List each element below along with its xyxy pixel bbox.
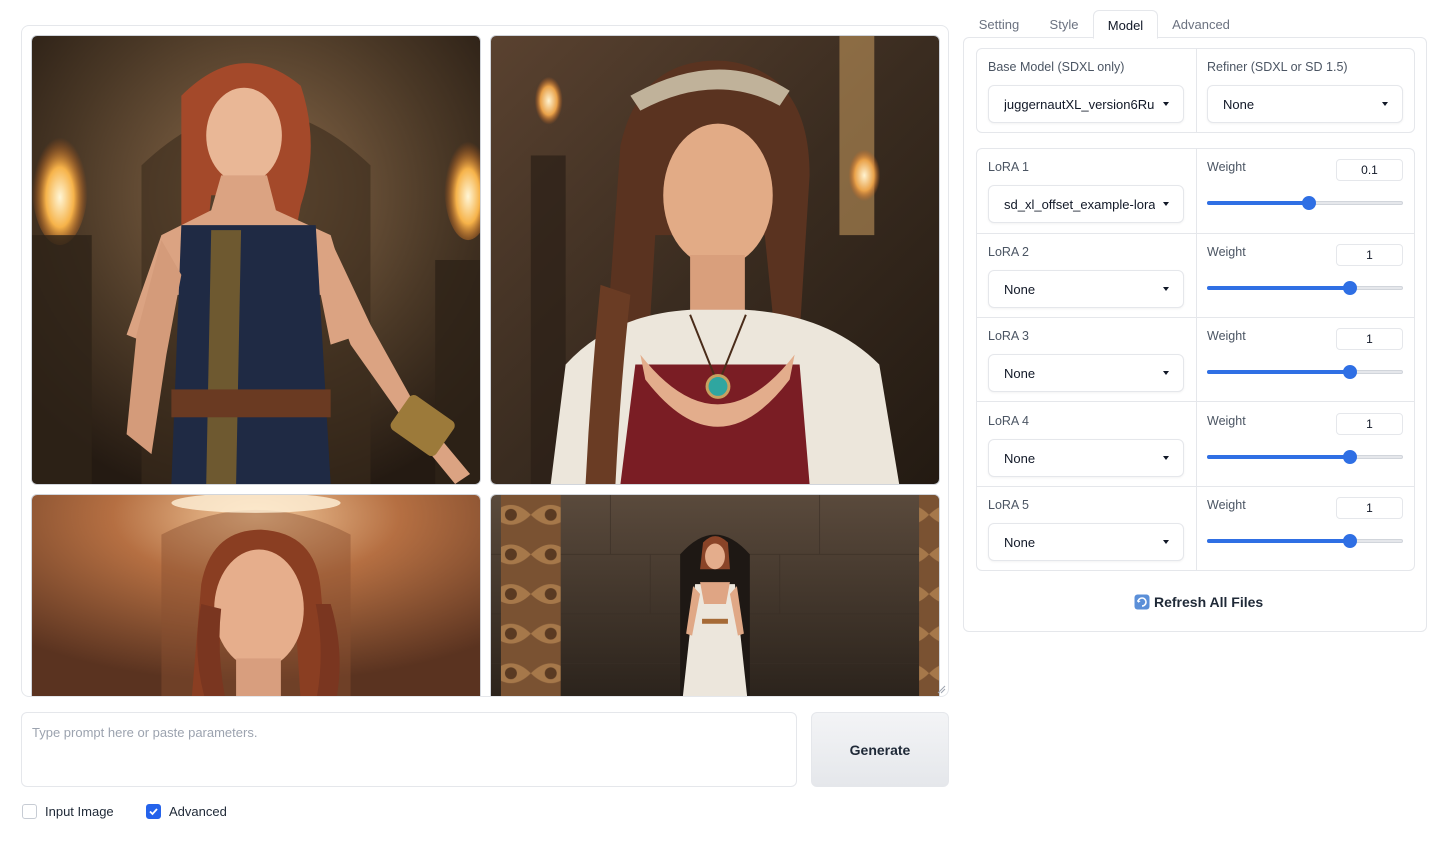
- gallery-image-1[interactable]: [31, 35, 481, 485]
- tab-setting[interactable]: Setting: [970, 10, 1028, 39]
- lora-2-dropdown[interactable]: None: [988, 270, 1184, 308]
- lora-1-weight-slider[interactable]: [1207, 195, 1403, 211]
- slider-thumb[interactable]: [1343, 534, 1358, 548]
- resize-handle-icon[interactable]: [937, 685, 946, 694]
- tab-advanced[interactable]: Advanced: [1166, 10, 1236, 39]
- slider-fill: [1207, 539, 1351, 543]
- lora-5-label: LoRA 5: [988, 498, 1030, 512]
- lora-5-weight-label: Weight: [1207, 498, 1246, 512]
- model-panel: Base Model (SDXL only) juggernautXL_vers…: [963, 37, 1427, 632]
- lora-4-weight-label: Weight: [1207, 414, 1246, 428]
- gallery-image-4[interactable]: [490, 494, 940, 696]
- checkbox-unchecked-icon[interactable]: [22, 804, 37, 819]
- advanced-label: Advanced: [169, 804, 227, 819]
- chevron-down-icon: [1163, 287, 1169, 291]
- gallery-image-3[interactable]: [31, 494, 481, 696]
- lora-2-value: None: [1004, 281, 1036, 297]
- slider-fill: [1207, 286, 1351, 290]
- lora-3-weight-label: Weight: [1207, 329, 1246, 343]
- refiner-value: None: [1223, 96, 1255, 112]
- lora-3-weight-slider[interactable]: [1207, 364, 1403, 380]
- chevron-down-icon: [1163, 371, 1169, 375]
- lora-4-weight-input[interactable]: 1: [1336, 413, 1403, 435]
- slider-fill: [1207, 201, 1309, 205]
- lora-2-label: LoRA 2: [988, 245, 1030, 259]
- base-model-label: Base Model (SDXL only): [988, 60, 1125, 74]
- chevron-down-icon: [1163, 540, 1169, 544]
- slider-thumb[interactable]: [1343, 450, 1358, 464]
- lora-5-value: None: [1004, 534, 1036, 550]
- settings-tabs: Setting Style Model Advanced: [964, 10, 1426, 39]
- base-model-block: Base Model (SDXL only) juggernautXL_vers…: [976, 48, 1415, 133]
- lora-3-dropdown[interactable]: None: [988, 354, 1184, 392]
- refresh-label: Refresh All Files: [1154, 594, 1264, 610]
- tab-style[interactable]: Style: [1040, 10, 1088, 39]
- checkbox-checked-icon[interactable]: [146, 804, 161, 819]
- lora-4-weight-slider[interactable]: [1207, 449, 1403, 465]
- slider-fill: [1207, 370, 1351, 374]
- slider-thumb[interactable]: [1343, 281, 1358, 295]
- lora-3-weight-input[interactable]: 1: [1336, 328, 1403, 350]
- lora-2-weight-label: Weight: [1207, 245, 1246, 259]
- chevron-down-icon: [1163, 202, 1169, 206]
- tab-model[interactable]: Model: [1093, 10, 1158, 39]
- refiner-dropdown[interactable]: None: [1207, 85, 1403, 123]
- base-model-value: juggernautXL_version6Rundiffusion: [1004, 96, 1155, 112]
- lora-2-weight-input[interactable]: 1: [1336, 244, 1403, 266]
- lora-4-dropdown[interactable]: None: [988, 439, 1184, 477]
- input-image-checkbox[interactable]: Input Image: [22, 804, 114, 819]
- slider-thumb[interactable]: [1301, 196, 1316, 210]
- lora-4-value: None: [1004, 450, 1036, 466]
- refiner-label: Refiner (SDXL or SD 1.5): [1207, 60, 1348, 74]
- slider-thumb[interactable]: [1343, 365, 1358, 379]
- generate-button[interactable]: Generate: [811, 712, 949, 787]
- lora-1-value: sd_xl_offset_example-lora_1.0: [1004, 196, 1155, 212]
- gallery-image-2[interactable]: [490, 35, 940, 485]
- lora-3-value: None: [1004, 365, 1036, 381]
- lora-5-weight-input[interactable]: 1: [1336, 497, 1403, 519]
- slider-fill: [1207, 455, 1351, 459]
- chevron-down-icon: [1163, 456, 1169, 460]
- lora-1-dropdown[interactable]: sd_xl_offset_example-lora_1.0: [988, 185, 1184, 223]
- lora-3-label: LoRA 3: [988, 329, 1030, 343]
- lora-4-label: LoRA 4: [988, 414, 1030, 428]
- lora-2-weight-slider[interactable]: [1207, 280, 1403, 296]
- lora-1-weight-input[interactable]: 0.1: [1336, 159, 1403, 181]
- chevron-down-icon: [1382, 102, 1388, 106]
- prompt-input[interactable]: [21, 712, 797, 787]
- refresh-icon: [1134, 594, 1150, 610]
- lora-1-label: LoRA 1: [988, 160, 1030, 174]
- chevron-down-icon: [1163, 102, 1169, 106]
- advanced-checkbox[interactable]: Advanced: [146, 804, 227, 819]
- base-model-dropdown[interactable]: juggernautXL_version6Rundiffusion: [988, 85, 1184, 123]
- refresh-all-files-button[interactable]: Refresh All Files: [1134, 594, 1263, 610]
- input-image-label: Input Image: [45, 804, 114, 819]
- lora-5-weight-slider[interactable]: [1207, 533, 1403, 549]
- lora-1-weight-label: Weight: [1207, 160, 1246, 174]
- lora-block: LoRA 1 sd_xl_offset_example-lora_1.0 Weigh…: [976, 148, 1415, 571]
- image-gallery: [21, 25, 949, 697]
- lora-5-dropdown[interactable]: None: [988, 523, 1184, 561]
